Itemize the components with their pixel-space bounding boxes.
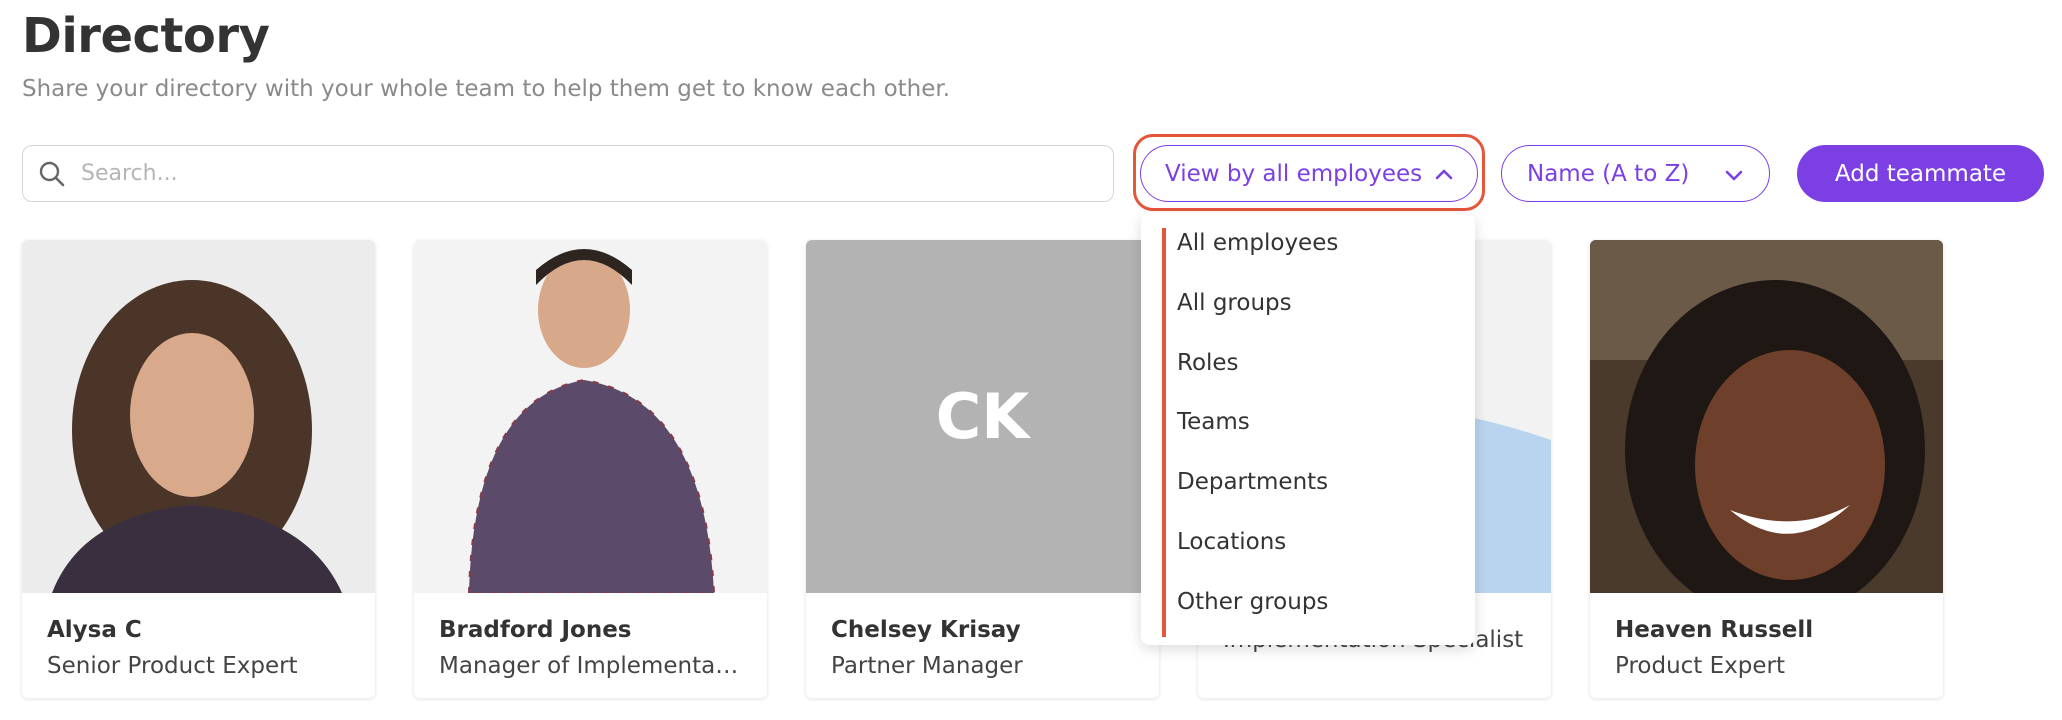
avatar-initials: CK: [806, 240, 1159, 593]
chevron-down-icon: [1723, 164, 1745, 192]
menu-item-roles[interactable]: Roles: [1177, 350, 1239, 376]
sort-label: Name (A to Z): [1527, 160, 1690, 187]
menu-item-all-employees[interactable]: All employees: [1177, 230, 1338, 256]
search-icon: [23, 145, 81, 202]
menu-item-all-groups[interactable]: All groups: [1177, 290, 1292, 316]
person-role: Manager of Implementation: [439, 653, 742, 679]
person-role: Senior Product Expert: [47, 653, 298, 679]
person-photo: [1590, 240, 1943, 593]
view-by-label: View by all employees: [1165, 160, 1423, 187]
person-card[interactable]: Heaven Russell Product Expert: [1590, 240, 1943, 698]
person-card[interactable]: Bradford Jones Manager of Implementation: [414, 240, 767, 698]
page-subtitle: Share your directory with your whole tea…: [22, 76, 951, 102]
sort-dropdown[interactable]: Name (A to Z): [1501, 145, 1770, 202]
add-teammate-button[interactable]: Add teammate: [1797, 145, 2044, 202]
person-card[interactable]: Alysa C Senior Product Expert: [22, 240, 375, 698]
menu-item-other-groups[interactable]: Other groups: [1177, 589, 1328, 615]
person-photo: [22, 240, 375, 593]
person-name: Chelsey Krisay: [831, 617, 1021, 643]
page-title: Directory: [22, 8, 270, 64]
person-name: Heaven Russell: [1615, 617, 1814, 643]
menu-selection-rail: [1162, 228, 1166, 637]
chevron-up-icon: [1433, 163, 1455, 191]
person-name: Alysa C: [47, 617, 142, 643]
person-card[interactable]: CK Chelsey Krisay Partner Manager: [806, 240, 1159, 698]
search-input[interactable]: [81, 161, 1081, 186]
person-name: Bradford Jones: [439, 617, 632, 643]
person-photo: [414, 240, 767, 593]
view-by-dropdown[interactable]: View by all employees: [1140, 145, 1478, 202]
menu-item-locations[interactable]: Locations: [1177, 529, 1286, 555]
person-role: Product Expert: [1615, 653, 1786, 679]
person-role: Partner Manager: [831, 653, 1023, 679]
view-by-menu: All employees All groups Roles Teams Dep…: [1141, 213, 1475, 645]
search-box[interactable]: [22, 145, 1114, 202]
person-photo: CK: [806, 240, 1159, 593]
menu-item-teams[interactable]: Teams: [1177, 409, 1250, 435]
menu-item-departments[interactable]: Departments: [1177, 469, 1328, 495]
